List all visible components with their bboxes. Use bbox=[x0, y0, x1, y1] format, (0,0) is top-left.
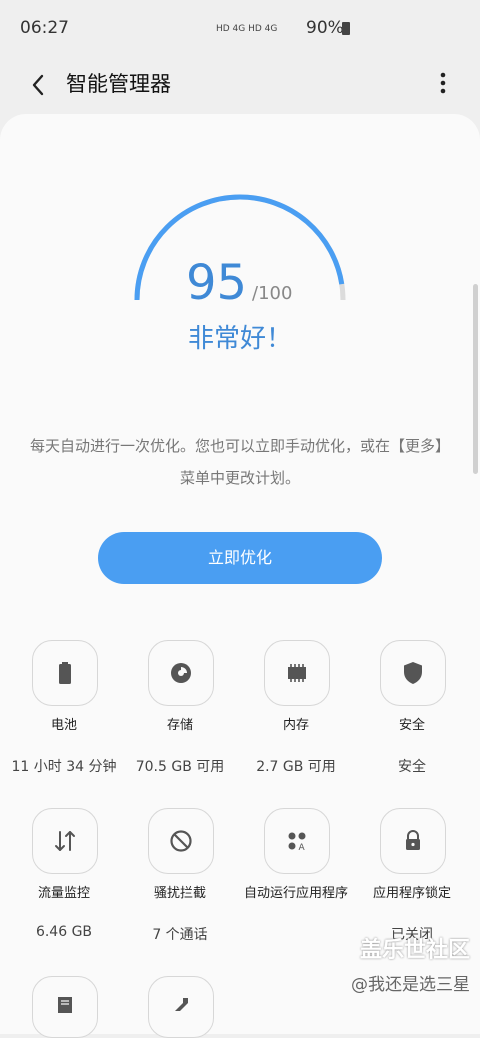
scrollbar[interactable] bbox=[473, 284, 478, 474]
tile-value: 安全 bbox=[398, 759, 426, 775]
battery-status-icon bbox=[342, 22, 350, 35]
tile-row3-second[interactable] bbox=[148, 976, 214, 1038]
block-icon bbox=[170, 830, 192, 852]
status-indicators: HD 4G HD 4G bbox=[216, 24, 278, 34]
tile-data-monitor-button[interactable] bbox=[32, 808, 98, 874]
tile-security-button[interactable] bbox=[380, 640, 446, 706]
status-bar: 06:27 HD 4G HD 4G 90% bbox=[0, 0, 480, 58]
optimize-description: 每天自动进行一次优化。您也可以立即手动优化，或在【更多】菜单中更改计划。 bbox=[30, 437, 451, 487]
tile-storage-button[interactable] bbox=[148, 640, 214, 706]
watermark-handle: @我还是选三星 bbox=[351, 975, 470, 995]
tile-label: 安全 bbox=[398, 718, 425, 733]
tile-row3-left[interactable] bbox=[32, 976, 98, 1038]
status-time: 06:27 bbox=[20, 18, 69, 38]
data-arrows-icon bbox=[55, 831, 75, 851]
tile-value: 7 个通话 bbox=[152, 927, 208, 943]
back-arrow-icon bbox=[32, 74, 44, 96]
storage-pie-icon bbox=[171, 663, 191, 683]
app-bar: 智能管理器 bbox=[0, 58, 480, 108]
battery-icon bbox=[59, 662, 71, 684]
device-icon bbox=[58, 997, 72, 1013]
page-title: 智能管理器 bbox=[66, 72, 171, 96]
score-max: /100 bbox=[252, 283, 293, 304]
score-value: 95 bbox=[186, 255, 248, 311]
tile-auto-run-apps-button[interactable]: A bbox=[264, 808, 330, 874]
tile-call-block-button[interactable] bbox=[148, 808, 214, 874]
tile-app-lock-button[interactable] bbox=[380, 808, 446, 874]
back-button[interactable] bbox=[20, 64, 56, 100]
watermark-title: 盖乐世社区 bbox=[359, 938, 470, 963]
optimize-now-button[interactable]: 立即优化 bbox=[98, 532, 382, 584]
shield-icon bbox=[404, 662, 422, 684]
lock-icon bbox=[406, 830, 420, 850]
tag-icon bbox=[175, 998, 188, 1011]
more-vert-icon bbox=[440, 72, 446, 94]
memory-chip-icon bbox=[288, 664, 306, 682]
svg-text:A: A bbox=[299, 843, 306, 853]
auto-run-apps-icon: A bbox=[288, 832, 306, 853]
tile-label: 应用程序锁定 bbox=[372, 886, 451, 901]
tile-battery-button[interactable] bbox=[32, 640, 98, 706]
tile-memory-button[interactable] bbox=[264, 640, 330, 706]
more-options-button[interactable] bbox=[430, 68, 456, 96]
status-battery-text: 90% bbox=[306, 18, 344, 38]
score-rating: 非常好！ bbox=[187, 324, 292, 354]
